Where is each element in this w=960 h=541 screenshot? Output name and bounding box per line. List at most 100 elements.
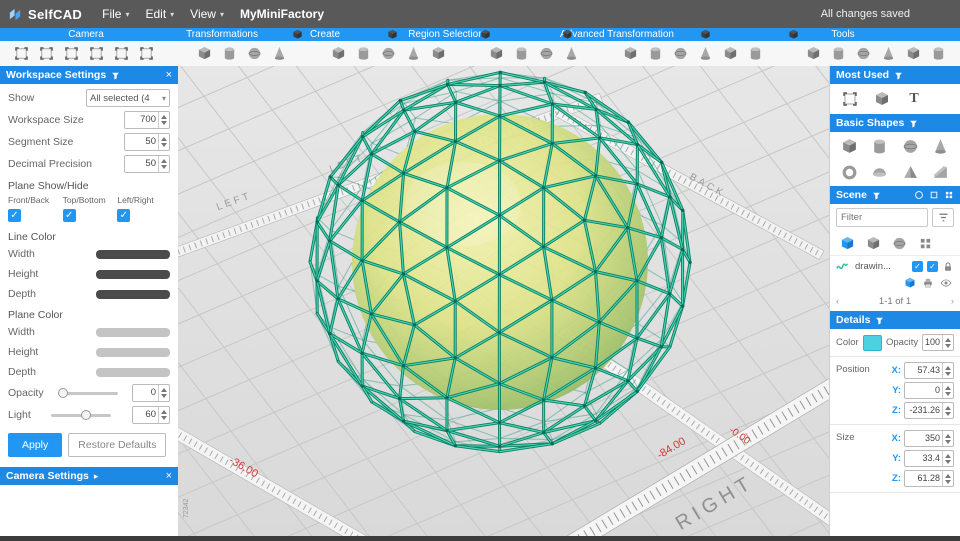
size-y-input[interactable]: 33.4 bbox=[904, 450, 954, 467]
snap-tool-icon[interactable] bbox=[838, 88, 862, 110]
stitch-scoop-tool-icon[interactable] bbox=[802, 43, 825, 64]
magic-fix-tool-icon[interactable] bbox=[852, 43, 875, 64]
most-used-header[interactable]: Most Used bbox=[830, 66, 960, 84]
edge-select-icon[interactable] bbox=[510, 43, 533, 64]
torus-shape-icon[interactable] bbox=[834, 160, 865, 184]
right-view-icon[interactable] bbox=[85, 43, 108, 64]
segment-size-input[interactable]: 50 bbox=[124, 133, 170, 151]
cone-shape-icon[interactable] bbox=[925, 134, 956, 158]
category-create[interactable]: Create bbox=[310, 28, 340, 41]
opacity-slider[interactable] bbox=[57, 386, 118, 400]
viewport-3d[interactable]: LEFT LEFT BACK RIGHT -36.00 -84.00 -0.00… bbox=[178, 66, 830, 536]
scene-item-row[interactable]: drawin... ✓ ✓ bbox=[830, 255, 960, 292]
menu-view[interactable]: View ▾ bbox=[182, 0, 232, 28]
text-tool-icon[interactable]: T bbox=[902, 88, 926, 110]
sphere-shape-icon[interactable] bbox=[895, 134, 926, 158]
stepper-arrows[interactable] bbox=[158, 156, 169, 172]
sphere-primitive-icon[interactable] bbox=[352, 43, 375, 64]
opacity-input[interactable]: 0 bbox=[131, 384, 170, 402]
lock-icon[interactable] bbox=[942, 261, 954, 273]
category-camera[interactable]: Camera bbox=[68, 28, 104, 41]
stepper-arrows[interactable] bbox=[158, 112, 169, 128]
stepper-arrows[interactable] bbox=[942, 431, 953, 446]
image-to-3d-icon[interactable] bbox=[427, 43, 450, 64]
basic-shapes-header[interactable]: Basic Shapes bbox=[830, 114, 960, 132]
restore-defaults-button[interactable]: Restore Defaults bbox=[68, 433, 167, 457]
item-mesh-icon[interactable] bbox=[904, 277, 916, 289]
sweep-tool-icon[interactable] bbox=[694, 43, 717, 64]
view-wireframe-icon[interactable] bbox=[862, 233, 884, 253]
light-input[interactable]: 60 bbox=[132, 406, 170, 424]
position-y-input[interactable]: 0 bbox=[904, 382, 954, 399]
sketch-tool-icon[interactable] bbox=[377, 43, 400, 64]
front-back-checkbox[interactable]: ✓ bbox=[8, 209, 21, 222]
category-advanced-transformation[interactable]: Advanced Transformation bbox=[560, 28, 674, 41]
slider-thumb[interactable] bbox=[57, 388, 68, 398]
page-prev-icon[interactable]: ‹ bbox=[834, 296, 841, 307]
scene-header[interactable]: Scene bbox=[830, 186, 960, 204]
size-x-input[interactable]: 350 bbox=[904, 430, 954, 447]
object-opacity-input[interactable]: 100 bbox=[922, 334, 954, 351]
shape-tool-icon[interactable] bbox=[870, 88, 894, 110]
stepper-arrows[interactable] bbox=[942, 471, 953, 486]
category-region-selection[interactable]: Region Selection bbox=[408, 28, 484, 41]
lasso-select-icon[interactable] bbox=[560, 43, 583, 64]
plane-height-color-bar[interactable] bbox=[96, 347, 170, 357]
hemisphere-shape-icon[interactable] bbox=[864, 160, 895, 184]
page-next-icon[interactable]: › bbox=[949, 296, 956, 307]
scene-item-name[interactable]: drawin... bbox=[855, 261, 908, 272]
top-bottom-checkbox[interactable]: ✓ bbox=[62, 209, 76, 222]
stepper-arrows[interactable] bbox=[157, 385, 169, 401]
position-x-input[interactable]: 57.43 bbox=[904, 362, 954, 379]
color-swatch[interactable] bbox=[862, 334, 882, 351]
line-height-color-bar[interactable] bbox=[96, 269, 170, 279]
face-select-icon[interactable] bbox=[485, 43, 508, 64]
stepper-arrows[interactable] bbox=[942, 403, 953, 418]
cylinder-shape-icon[interactable] bbox=[864, 134, 895, 158]
isometric-view-icon[interactable] bbox=[110, 43, 133, 64]
extrude-tool-icon[interactable] bbox=[619, 43, 642, 64]
close-icon[interactable]: × bbox=[166, 69, 172, 81]
plane-width-color-bar[interactable] bbox=[96, 327, 170, 337]
revolve-tool-icon[interactable] bbox=[644, 43, 667, 64]
text-3d-tool-icon[interactable] bbox=[402, 43, 425, 64]
item-select-checkbox[interactable]: ✓ bbox=[912, 261, 923, 272]
close-icon[interactable]: × bbox=[166, 470, 172, 482]
slice-tool-icon[interactable] bbox=[927, 43, 950, 64]
position-z-input[interactable]: -231.26 bbox=[904, 402, 954, 419]
category-transformations[interactable]: Transformations bbox=[186, 28, 258, 41]
size-z-input[interactable]: 61.28 bbox=[904, 470, 954, 487]
workspace-size-input[interactable]: 700 bbox=[124, 111, 170, 129]
filter-options-button[interactable] bbox=[932, 208, 954, 227]
myminifactory-link[interactable]: MyMiniFactory bbox=[240, 7, 324, 21]
left-right-checkbox[interactable]: ✓ bbox=[117, 209, 131, 222]
view-group-icon[interactable] bbox=[888, 233, 910, 253]
decimal-precision-input[interactable]: 50 bbox=[124, 155, 170, 173]
scale-tool-icon[interactable] bbox=[243, 43, 266, 64]
stepper-arrows[interactable] bbox=[942, 451, 953, 466]
stepper-arrows[interactable] bbox=[942, 335, 953, 350]
stepper-arrows[interactable] bbox=[942, 383, 953, 398]
measure-tool-icon[interactable] bbox=[877, 43, 900, 64]
top-view-icon[interactable] bbox=[60, 43, 83, 64]
item-visible-checkbox[interactable]: ✓ bbox=[927, 261, 938, 272]
box-select-icon[interactable] bbox=[929, 190, 939, 200]
camera-config-icon[interactable] bbox=[135, 43, 158, 64]
menu-file[interactable]: File ▾ bbox=[94, 0, 137, 28]
line-width-color-bar[interactable] bbox=[96, 249, 170, 259]
selfcad-logo[interactable]: SelfCAD bbox=[8, 7, 82, 22]
menu-edit[interactable]: Edit ▾ bbox=[137, 0, 182, 28]
slider-thumb[interactable] bbox=[81, 410, 92, 420]
show-select[interactable]: All selected (4 ▾ bbox=[86, 89, 170, 107]
stepper-arrows[interactable] bbox=[942, 363, 953, 378]
camera-settings-header[interactable]: Camera Settings ▸ × bbox=[0, 467, 178, 485]
cube-primitive-icon[interactable] bbox=[327, 43, 350, 64]
wedge-shape-icon[interactable] bbox=[925, 160, 956, 184]
circle-select-icon[interactable] bbox=[914, 190, 924, 200]
details-header[interactable]: Details bbox=[830, 311, 960, 329]
cube-shape-icon[interactable] bbox=[834, 134, 865, 158]
workspace-settings-header[interactable]: Workspace Settings × bbox=[0, 66, 178, 84]
apply-button[interactable]: Apply bbox=[8, 433, 63, 457]
stepper-arrows[interactable] bbox=[158, 134, 169, 150]
front-view-icon[interactable] bbox=[35, 43, 58, 64]
